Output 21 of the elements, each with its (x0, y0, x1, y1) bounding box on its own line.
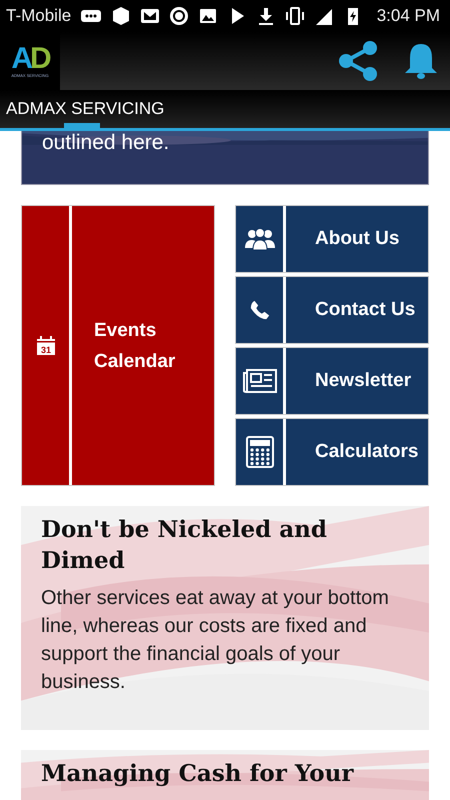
status-time: 3:04 PM (376, 6, 440, 26)
card-title: Don't be Nickeled and Dimed (41, 515, 328, 576)
menu-tile[interactable]: About Us (235, 205, 429, 273)
newspaper-icon (242, 369, 276, 393)
calculator-icon (246, 436, 274, 468)
share-icon[interactable] (336, 39, 380, 83)
vibrate-icon (285, 6, 306, 26)
notification-bell-icon[interactable] (404, 41, 438, 81)
menu-tile[interactable]: Calculators (235, 418, 429, 486)
image-icon (198, 6, 218, 26)
card-body: Other services eat away at your bottom line, whereas our costs are fixed and support the financial goals of your business. (41, 586, 390, 695)
phone-icon (248, 299, 270, 321)
banner-text: outlined here. (42, 131, 170, 155)
menu-tile[interactable]: Contact Us (235, 276, 429, 344)
menu-tile[interactable]: Newsletter (235, 347, 429, 415)
carrier-name: T-Mobile (6, 6, 72, 26)
card-title: Managing Cash for Your (41, 759, 354, 789)
calendar-icon: 31 (36, 336, 56, 356)
mail-icon (140, 6, 160, 26)
events-calendar-tile[interactable]: 31 Events Calendar (21, 205, 215, 486)
people-icon (244, 228, 274, 250)
